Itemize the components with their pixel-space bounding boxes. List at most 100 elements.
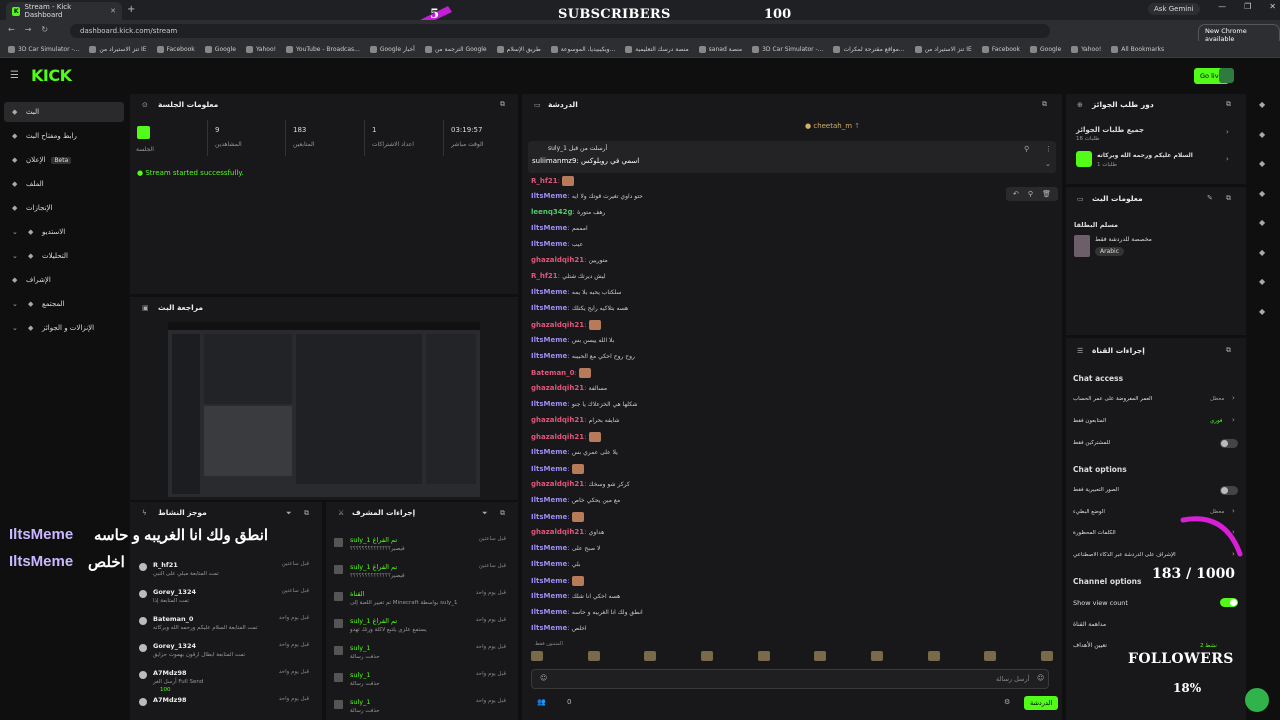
- reply-icon[interactable]: ↶: [1013, 190, 1019, 198]
- bookmark-item[interactable]: sanad منصة: [698, 45, 742, 53]
- chat-icon[interactable]: ◆: [1259, 218, 1265, 227]
- setting-toggle[interactable]: [1220, 439, 1238, 448]
- chevron-right-icon[interactable]: ›: [1232, 416, 1235, 424]
- close-window-icon[interactable]: ✕: [1269, 2, 1276, 11]
- chat-username[interactable]: IltsMeme: [531, 608, 567, 616]
- popout-icon[interactable]: ⧉: [500, 509, 505, 518]
- popout-icon[interactable]: ⧉: [500, 100, 505, 109]
- gear-icon[interactable]: ⚙: [1004, 698, 1010, 706]
- more-icon[interactable]: ⋮: [1045, 145, 1052, 153]
- channel-setting-label[interactable]: للمشتركين فقط: [1073, 440, 1110, 446]
- chat-message[interactable]: IltsMeme: اخلص: [531, 624, 587, 632]
- bookmark-item[interactable]: تنز الاستيراد من IE: [914, 45, 972, 53]
- emoji-icon[interactable]: ☺: [540, 674, 547, 682]
- emote-icon[interactable]: [531, 651, 543, 661]
- chat-username[interactable]: IltsMeme: [531, 352, 567, 360]
- chat-message[interactable]: ghazaldqih21: هداوي: [531, 528, 604, 536]
- channel-setting-label[interactable]: الصور التعبيرية فقط: [1073, 487, 1119, 493]
- close-tab-icon[interactable]: ✕: [110, 7, 116, 15]
- reload-icon[interactable]: ↻: [41, 25, 48, 34]
- avatar[interactable]: [1219, 68, 1234, 83]
- chat-username[interactable]: IltsMeme: [531, 448, 567, 456]
- bookmark-item[interactable]: Yahoo!: [1071, 45, 1101, 53]
- sidebar-item-live[interactable]: ◆ البث: [4, 102, 124, 122]
- chat-username[interactable]: ghazaldqih21: [531, 321, 584, 329]
- bookmark-item[interactable]: Google: [1030, 45, 1061, 53]
- minimize-icon[interactable]: —: [1218, 2, 1226, 11]
- chat-input[interactable]: [531, 669, 1049, 689]
- chat-send-button[interactable]: الدردشة: [1024, 696, 1059, 710]
- back-icon[interactable]: ←: [8, 25, 15, 34]
- chat-username[interactable]: leenq342g: [531, 208, 573, 216]
- chat-message[interactable]: IltsMeme: مع مين يحكي خاص: [531, 496, 620, 504]
- chat-username[interactable]: IltsMeme: [531, 544, 567, 552]
- kick-logo[interactable]: KICK: [31, 66, 72, 85]
- bookmark-item[interactable]: Yahoo!: [245, 45, 276, 53]
- chat-message[interactable]: IltsMeme: بلا الله ييسن بس: [531, 336, 614, 344]
- emote-icon[interactable]: [814, 651, 827, 661]
- view-count-toggle[interactable]: [1220, 598, 1238, 607]
- chat-username[interactable]: ghazaldqih21: [531, 433, 584, 441]
- chevron-down-icon[interactable]: ⌄: [12, 300, 18, 308]
- sidebar-item-trophy[interactable]: ◆ الإنجازات: [4, 198, 124, 218]
- chat-username[interactable]: IltsMeme: [531, 513, 567, 521]
- edit-icon[interactable]: ✎: [1207, 194, 1213, 202]
- chat-username[interactable]: R_hf21: [531, 177, 558, 185]
- channel-setting-label[interactable]: الكلمات المحظورة: [1073, 530, 1116, 536]
- sidebar-item-moderation[interactable]: ◆ الإشراف: [4, 270, 124, 290]
- chat-message[interactable]: leenq342g: رهف متورة: [531, 208, 605, 216]
- filter-icon[interactable]: ⏷: [286, 509, 292, 518]
- chat-message[interactable]: IltsMeme: لا صبح على: [531, 544, 600, 552]
- bookmark-item[interactable]: Facebook: [981, 45, 1020, 53]
- chat-message[interactable]: IltsMeme:: [531, 464, 584, 474]
- chat-message[interactable]: IltsMeme: امممم: [531, 224, 588, 232]
- chat-username[interactable]: IltsMeme: [531, 192, 567, 200]
- bookmark-item[interactable]: الترجمة من Google: [424, 45, 487, 53]
- emote-icon[interactable]: [1040, 651, 1053, 661]
- chat-message[interactable]: ghazaldqih21: مسالفة: [531, 384, 607, 392]
- chat-message[interactable]: IltsMeme: يلا على عمري بس: [531, 448, 618, 456]
- bookmark-item[interactable]: Google أخبار: [369, 45, 415, 53]
- chat-username[interactable]: ghazaldqih21: [531, 384, 584, 392]
- chevron-down-icon[interactable]: ⌄: [12, 324, 18, 332]
- chat-username[interactable]: IltsMeme: [531, 560, 567, 568]
- emote-icon[interactable]: [984, 651, 997, 661]
- category-label[interactable]: مخصصة للدردشة فقط: [1095, 236, 1152, 243]
- chat-username[interactable]: IltsMeme: [531, 304, 567, 312]
- page-icon[interactable]: ◆: [1259, 189, 1265, 198]
- bookmark-item[interactable]: منصة درسك التعليمية: [625, 45, 689, 53]
- bookmark-item[interactable]: طريق الإسلام: [496, 45, 541, 53]
- chat-username[interactable]: IltsMeme: [531, 592, 567, 600]
- popout-icon[interactable]: ⧉: [1226, 100, 1231, 109]
- chat-username[interactable]: IltsMeme: [531, 400, 567, 408]
- menu-icon[interactable]: ☰: [10, 70, 19, 81]
- chat-username[interactable]: IltsMeme: [531, 624, 567, 632]
- chat-message[interactable]: IltsMeme: عيب: [531, 240, 583, 248]
- bookmark-item[interactable]: Facebook: [156, 45, 195, 53]
- popout-icon[interactable]: ⧉: [1226, 346, 1231, 355]
- raid-label[interactable]: مداهمة القناة: [1073, 621, 1106, 628]
- chat-username[interactable]: ghazaldqih21: [531, 528, 584, 536]
- emote-icon[interactable]: [700, 651, 713, 661]
- setting-toggle[interactable]: [1220, 486, 1238, 495]
- new-tab-icon[interactable]: +: [127, 4, 135, 15]
- chat-message[interactable]: ghazaldqih21:: [531, 320, 601, 330]
- chat-username[interactable]: ghazaldqih21: [531, 416, 584, 424]
- chat-username[interactable]: IltsMeme: [531, 288, 567, 296]
- chat-message[interactable]: IltsMeme:: [531, 576, 584, 586]
- bookmark-item[interactable]: ويكيبيديا، الموسوعة...: [550, 45, 615, 53]
- bookmark-item[interactable]: 3D Car Simulator -...: [8, 45, 79, 53]
- chat-username[interactable]: ghazaldqih21: [531, 256, 584, 264]
- chat-username[interactable]: Bateman_0: [531, 369, 575, 377]
- emote-icon[interactable]: [757, 651, 770, 661]
- sidebar-item-analytics[interactable]: ⌄ ◆ التحليلات: [4, 246, 124, 266]
- bookmark-item[interactable]: All Bookmarks: [1111, 45, 1164, 53]
- wrench-icon[interactable]: ◆: [1259, 277, 1265, 286]
- chat-username[interactable]: IltsMeme: [531, 224, 567, 232]
- chat-message[interactable]: Bateman_0:: [531, 368, 592, 378]
- chat-message[interactable]: IltsMeme: هسه احكي انا شلك: [531, 592, 620, 600]
- chevron-down-icon[interactable]: ⌄: [1045, 160, 1051, 168]
- chat-username[interactable]: R_hf21: [531, 272, 558, 280]
- queue-all-label[interactable]: جميع طلبات الجوائز: [1076, 126, 1144, 134]
- chat-username[interactable]: IltsMeme: [531, 240, 567, 248]
